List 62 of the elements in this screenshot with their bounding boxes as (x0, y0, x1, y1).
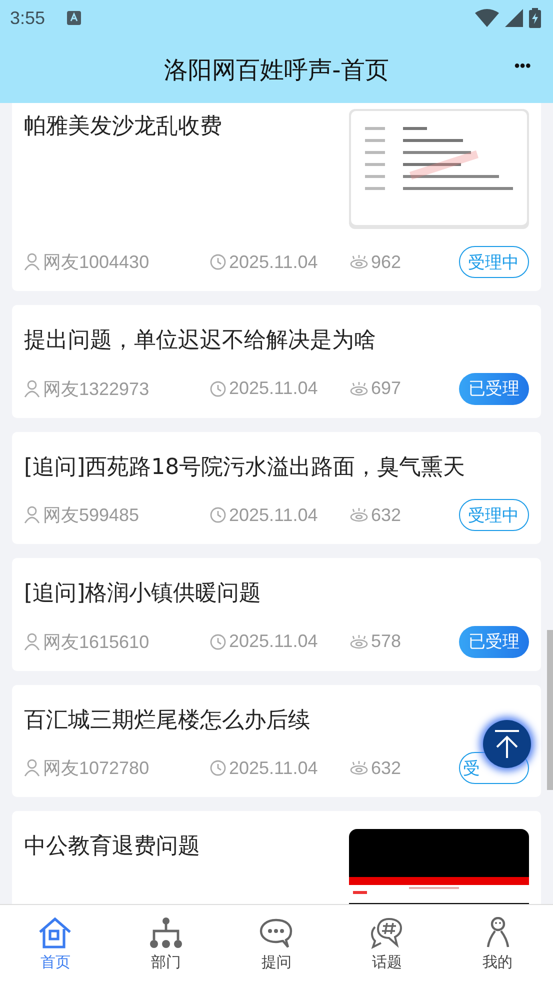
author-name: 网友1322973 (43, 378, 150, 401)
status-badge: 已受理 (459, 626, 529, 658)
chat-icon (259, 916, 294, 948)
author-name: 网友599485 (43, 504, 140, 528)
user-icon (24, 506, 40, 524)
post-title: 帕雅美发沙龙乱收费 (24, 113, 222, 141)
clock-icon (210, 380, 226, 397)
status-badge: 受理中 (459, 246, 529, 278)
post-date: 2025.11.04 (229, 252, 318, 272)
hierarchy-icon (148, 916, 183, 948)
clock-icon (210, 634, 226, 650)
post-title: [追问]格润小镇供暖问题 (24, 580, 262, 608)
clock-icon (210, 507, 226, 524)
author-name: 网友1072780 (43, 757, 150, 780)
view-count: 962 (371, 252, 402, 272)
status-badge: 受理中 (459, 499, 529, 532)
post-card[interactable]: [追问]格润小镇供暖问题 网友1615610 2025.11.04 578 已受理 (12, 558, 541, 671)
more-button[interactable]: ••• (510, 54, 535, 80)
author-name: 网友1615610 (43, 630, 150, 654)
post-card[interactable]: 中公教育退费问题 (12, 811, 541, 904)
nav-tab[interactable]: 话题 (332, 905, 442, 983)
nav-tab[interactable]: 首页 (0, 905, 111, 983)
wifi-icon (475, 9, 499, 27)
post-title: 百汇城三期烂尾楼怎么办后续 (24, 706, 310, 735)
post-date: 2025.11.04 (229, 758, 318, 779)
arrow-up-icon (493, 729, 521, 759)
eye-icon (350, 508, 368, 522)
author-name: 网友1004430 (43, 251, 150, 274)
clock-icon (210, 254, 226, 270)
view-count: 578 (371, 631, 402, 652)
nav-tab[interactable]: 部门 (110, 905, 222, 983)
post-date: 2025.11.04 (229, 631, 318, 652)
battery-icon (529, 8, 541, 28)
eye-icon (350, 255, 368, 269)
post-date: 2025.11.04 (229, 504, 318, 526)
eye-icon (350, 634, 368, 649)
view-count: 697 (371, 378, 402, 400)
user-icon (24, 380, 40, 398)
nav-tab[interactable]: 提问 (221, 905, 332, 983)
status-time: 3:55 (10, 8, 46, 28)
user-icon (24, 632, 40, 651)
page-title: 洛阳网百姓呼声-首页 (164, 54, 389, 86)
home-icon (38, 916, 72, 948)
user-icon (24, 253, 40, 271)
user-icon (24, 759, 40, 778)
keyboard-icon (67, 11, 82, 25)
post-date: 2025.11.04 (229, 378, 318, 400)
post-card[interactable]: 提出问题，单位迟迟不给解决是为啥 网友1322973 2025.11.04 697 已受理 (12, 305, 541, 418)
post-title: [追问]西苑路18号院污水溢出路面，臭气熏天 (24, 454, 466, 482)
signal-icon (505, 9, 523, 27)
view-count: 632 (371, 758, 402, 779)
post-card[interactable]: 帕雅美发沙龙乱收费 网友1004430 2025.11.04 962 受理中 (12, 103, 541, 291)
post-title: 中公教育退费问题 (24, 833, 200, 862)
status-badge: 已受理 (459, 372, 529, 405)
view-count: 632 (371, 504, 402, 526)
eye-icon (350, 382, 368, 396)
clock-icon (210, 760, 226, 776)
post-title: 提出问题，单位迟迟不给解决是为啥 (24, 327, 376, 355)
nav-tab[interactable]: 我的 (442, 905, 553, 983)
eye-icon (350, 761, 368, 776)
post-card[interactable]: [追问]西苑路18号院污水溢出路面，臭气熏天 网友599485 2025.11.04 632 受理中 (12, 432, 541, 544)
post-card[interactable]: 百汇城三期烂尾楼怎么办后续 网友1072780 2025.11.04 632 受 (12, 684, 541, 798)
